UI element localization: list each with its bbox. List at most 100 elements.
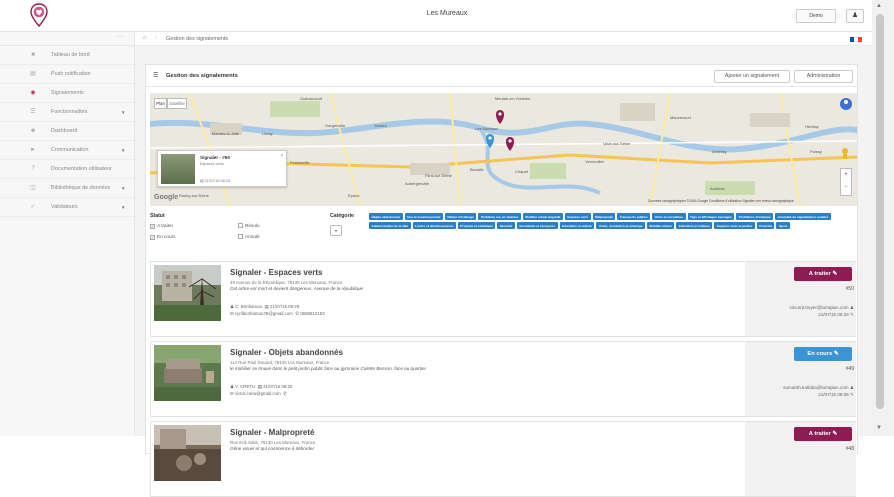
checkbox-icon	[238, 223, 243, 228]
status-option-label: A traiter	[157, 223, 174, 228]
category-tag[interactable]: Administration de la ville	[369, 222, 411, 229]
category-tag[interactable]: Education et enfance	[676, 222, 713, 229]
map-place-label: Juziers	[374, 123, 387, 128]
category-tag[interactable]: Objets abandonnés	[369, 213, 403, 220]
sidebar-item-signalements[interactable]: ◉ Signalements	[0, 84, 134, 103]
main-content: ☰ Gestion des signalements Ajouter un si…	[135, 46, 872, 497]
status-button[interactable]: A traiter ✎	[794, 267, 852, 281]
category-tag[interactable]: Education et culture	[559, 222, 595, 229]
envelope-icon: ✉	[230, 311, 234, 316]
page-scrollbar[interactable]: ▲ ▼	[872, 0, 894, 436]
users-icon: ☻	[29, 128, 37, 134]
map-place-label: Achères	[710, 186, 725, 191]
category-tag[interactable]: Problèmes d'animaux	[736, 213, 774, 220]
top-bar: Les Mureaux Demo ♟	[0, 0, 894, 32]
category-tag[interactable]: Mobilier urbain dégradé	[522, 213, 563, 220]
status-checkbox-en-cours[interactable]: ✓ En cours	[150, 234, 176, 240]
category-tag[interactable]: Voirie, circulation et éclairage	[596, 222, 645, 229]
sidebar-item-push-notification[interactable]: ▤ Push notification	[0, 65, 134, 84]
sidebar-item-communication[interactable]: ► Communication ▼	[0, 141, 134, 160]
map-place-label: Meulan-en-Yvelines	[495, 96, 530, 101]
category-tag[interactable]: Anomalie de signalisation routière	[775, 213, 831, 220]
sidebar-item-label: Dashboard	[51, 128, 78, 134]
user-menu-button[interactable]: Demo	[796, 9, 836, 23]
category-tag[interactable]: Malpropreté	[592, 213, 616, 220]
checkbox-checked-icon: ✓	[150, 235, 155, 240]
status-button[interactable]: En cours ✎	[794, 347, 852, 361]
map-place-label: Aubergenville	[405, 181, 430, 186]
home-icon[interactable]: ⌂	[143, 35, 147, 41]
category-tag[interactable]: Propreté	[756, 222, 775, 229]
status-button[interactable]: A traiter ✎	[794, 427, 852, 441]
sidebar-item-validateurs[interactable]: ✓ Validateurs ▼	[0, 198, 134, 217]
category-tag[interactable]: Défaut d'éclairage	[444, 213, 477, 220]
breadcrumb-separator-icon: ›	[155, 35, 157, 41]
category-tag[interactable]: Mobilier urbain	[647, 222, 675, 229]
map-place-label: Flins-sur-Seine	[425, 173, 453, 178]
report-description: Cet arbre est mort et devient dangereux.…	[230, 286, 364, 291]
map-tab-satellite[interactable]: Satellite	[167, 98, 187, 109]
category-tag[interactable]: Tags et affichages sauvages	[687, 213, 735, 220]
category-tag[interactable]: Voirie et circulation	[652, 213, 686, 220]
add-report-button[interactable]: Ajouter un signalement	[714, 70, 790, 83]
megaphone-icon: ►	[30, 147, 36, 153]
page-title: Gestion des signalements	[166, 73, 238, 79]
assignee-email: sumanth.katlaba@lumiplan.com	[783, 385, 849, 390]
sidebar-item-bibliotheque[interactable]: ◫ Bibliothèque de données ▼	[0, 179, 134, 198]
report-number: #50	[845, 286, 854, 292]
sidebar-item-fonctionnalites[interactable]: ☰ Fonctionnalités ▼	[0, 103, 134, 122]
reports-panel: ☰ Gestion des signalements Ajouter un si…	[145, 64, 859, 497]
category-tag[interactable]: Eau et assainissement	[404, 213, 443, 220]
category-tag[interactable]: Sport	[776, 222, 790, 229]
report-side: A traiter ✎ #50 vincent.boyer@lumiplan.c…	[745, 262, 856, 336]
report-card[interactable]: Signaler - Objets abandonnés 114 Rue Pau…	[150, 341, 856, 417]
sidebar-item-tableau-de-bord[interactable]: ■ Tableau de bord	[0, 46, 134, 65]
map-place-label: Bouafle	[470, 167, 484, 172]
status-label: En cours	[807, 351, 833, 357]
info-date: ▤ 21/07/16 08:25	[200, 179, 230, 183]
sidebar-item-dashboard[interactable]: ☻ Dashboard	[0, 122, 134, 141]
filters: Statut ✓ A traiter Résolu ✓ En cours Annul…	[150, 213, 857, 255]
category-tag[interactable]: Propreté et esthétique	[457, 222, 496, 229]
close-icon[interactable]: ✕	[280, 153, 284, 159]
administration-button[interactable]: Administration	[794, 70, 853, 83]
map-zoom-control[interactable]: + −	[840, 168, 852, 196]
status-checkbox-a-traiter[interactable]: ✓ A traiter	[150, 223, 173, 229]
category-tag[interactable]: Loisirs et divertissements	[412, 222, 456, 229]
report-card[interactable]: Signaler - Espaces verts 49 Avenue de la…	[150, 261, 856, 337]
map-info-window[interactable]: Signaler - #50 Espaces verts ▤ 21/07/16 …	[157, 150, 287, 187]
category-tag[interactable]: Espaces verts et jardins	[714, 222, 755, 229]
category-tag[interactable]: Problème sur un chantier	[478, 213, 521, 220]
scrollbar-thumb[interactable]	[876, 14, 884, 409]
info-title: Signaler - #50	[200, 155, 230, 160]
phone-icon: ✆	[295, 311, 299, 316]
map-tab-plan[interactable]: Plan	[154, 98, 167, 109]
report-contact-line: ✉ victor.cretu@gmail.com ✆	[230, 391, 287, 397]
report-email[interactable]: victor.cretu@gmail.com	[235, 391, 281, 396]
report-title[interactable]: Signaler - Objets abandonnés	[230, 348, 343, 357]
category-tag[interactable]: Sécurité	[497, 222, 515, 229]
report-thumbnail	[161, 154, 195, 184]
sidebar-item-label: Push notification	[51, 71, 91, 77]
scroll-up-arrow-icon[interactable]: ▲	[876, 3, 882, 9]
sidebar-collapse-button[interactable]: ···	[117, 34, 123, 40]
report-author-line: ♟ C. Benhamou ▤ 21/07/16 08:29	[230, 304, 299, 310]
language-flag-icon[interactable]	[850, 37, 862, 42]
report-photo	[154, 425, 221, 481]
reports-map[interactable]: Guitrancourt Meulan-en-Yvelines Gargenvi…	[150, 93, 857, 206]
status-checkbox-annule[interactable]: Annulé	[238, 234, 260, 240]
scroll-down-arrow-icon[interactable]: ▼	[876, 425, 882, 431]
status-checkbox-resolu[interactable]: Résolu	[238, 223, 260, 229]
map-legal-text[interactable]: Données cartographiques ©2016 Google Con…	[648, 199, 794, 203]
report-title[interactable]: Signaler - Espaces verts	[230, 268, 323, 277]
report-email[interactable]: cyrilbenhamou78@gmail.com	[235, 311, 293, 316]
category-tag[interactable]: Espaces verts	[564, 213, 591, 220]
category-tag[interactable]: Circulation et transports	[516, 222, 558, 229]
report-card[interactable]: Signaler - Malpropreté Rue Erik Satie, 7…	[150, 421, 856, 497]
google-logo: Google	[154, 194, 179, 201]
category-tag[interactable]: Transports publics	[617, 213, 651, 220]
user-icon[interactable]: ♟	[846, 9, 864, 23]
sidebar-item-documentation[interactable]: ? Documentation utilisateur	[0, 160, 134, 179]
category-dropdown-toggle[interactable]: ▾	[330, 225, 342, 236]
report-photo	[154, 345, 221, 401]
